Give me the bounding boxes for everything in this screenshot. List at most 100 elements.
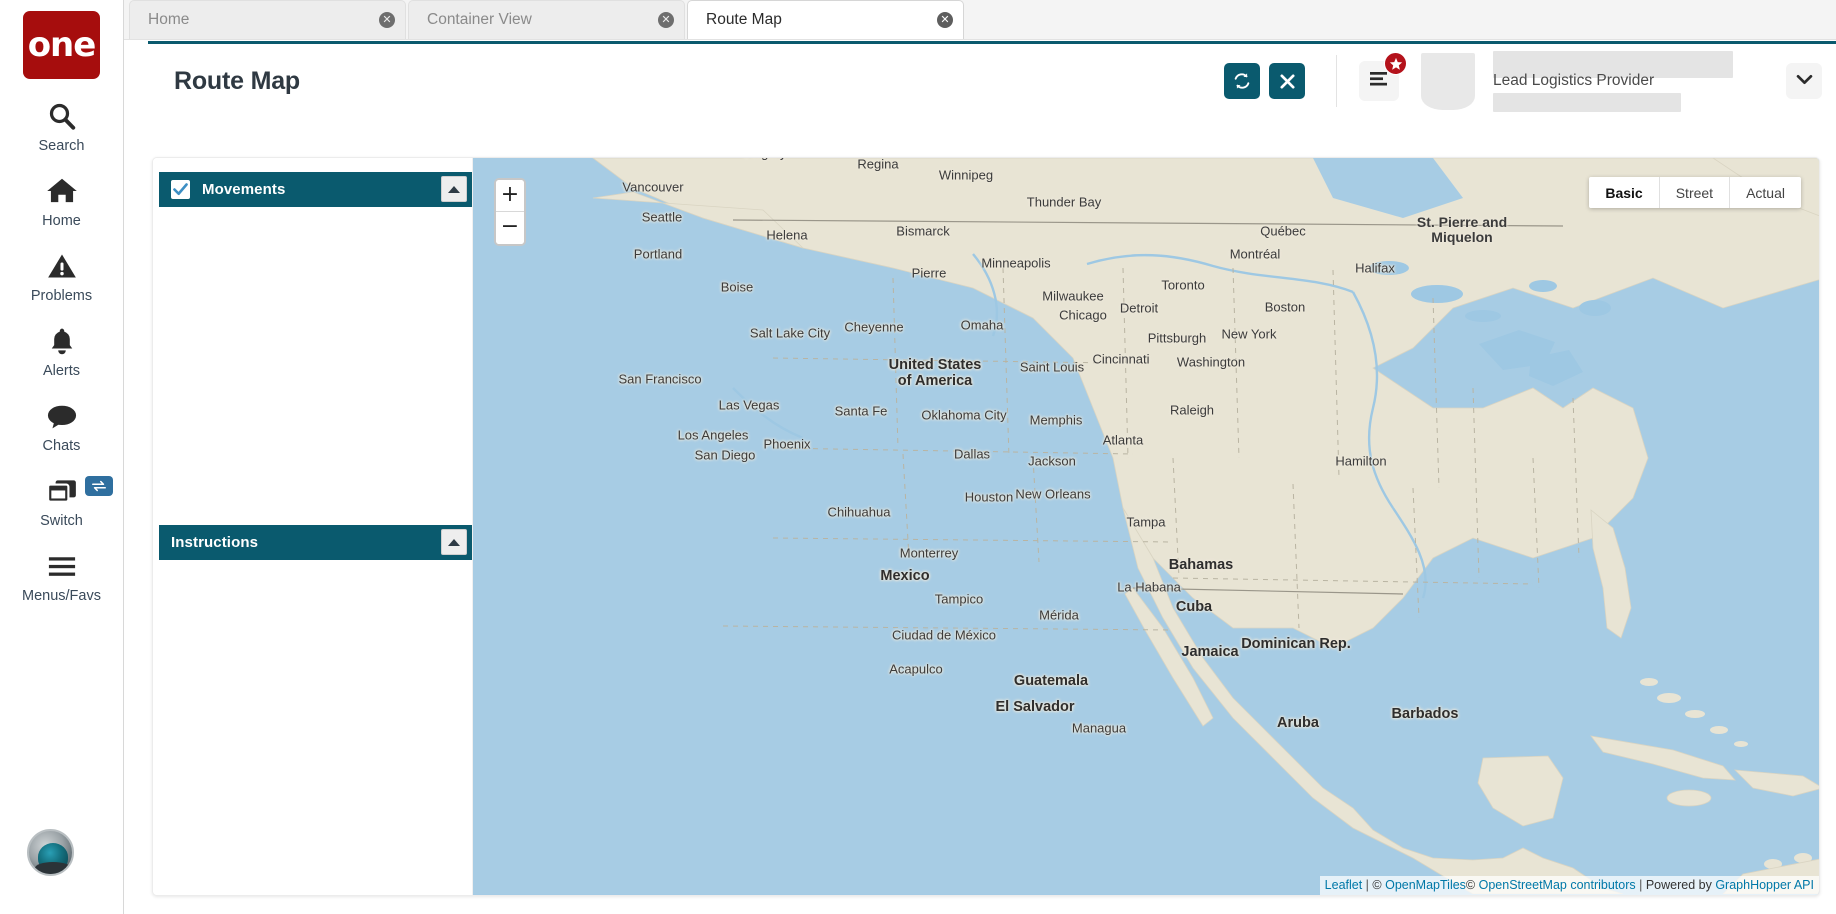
map-label: San Francisco	[618, 371, 702, 387]
instructions-panel: Instructions	[159, 525, 472, 895]
map-label: Regina	[857, 158, 899, 172]
map-label: Houston	[964, 489, 1014, 505]
map-label: Tampa	[1126, 514, 1166, 530]
layer-button-street[interactable]: Street	[1659, 177, 1731, 208]
map-label: Winnipeg	[938, 167, 994, 183]
tab-close-icon[interactable]: ✕	[658, 12, 674, 28]
tab-route-map[interactable]: Route Map ✕	[687, 0, 964, 39]
tab-close-icon[interactable]: ✕	[379, 12, 395, 28]
instructions-panel-header[interactable]: Instructions	[159, 525, 472, 560]
org-name-label: Lead Logistics Provider	[1493, 71, 1655, 89]
home-icon	[46, 174, 78, 208]
rail-item-menus-favs[interactable]: Menus/Favs	[7, 549, 117, 604]
attrib-sep-2: |	[1635, 878, 1646, 892]
map-label: Aruba	[1277, 715, 1319, 731]
attrib-osm-link[interactable]: OpenStreetMap contributors	[1479, 878, 1636, 892]
tab-label: Home	[148, 11, 190, 28]
movements-panel-header[interactable]: Movements	[159, 172, 472, 207]
left-nav-rail: one Search Home Problems Alerts Chats Sw…	[0, 0, 124, 914]
map-label: Guatemala	[1013, 673, 1089, 689]
rail-label-switch: Switch	[40, 513, 83, 529]
map-label: Atlanta	[1102, 432, 1144, 448]
windows-switch-icon	[46, 474, 78, 508]
rail-label-search: Search	[38, 138, 85, 154]
map-label: Pierre	[911, 265, 947, 281]
collapse-up-icon[interactable]	[441, 529, 467, 555]
tab-close-icon[interactable]: ✕	[937, 12, 953, 28]
warning-triangle-icon	[47, 249, 77, 283]
map-label: Raleigh	[1169, 402, 1215, 418]
map-label: San Diego	[694, 447, 756, 463]
map-attribution: Leaflet | © OpenMapTiles© OpenStreetMap …	[1319, 876, 1819, 895]
map-label: Memphis	[1029, 412, 1083, 428]
map-label: Bahamas	[1168, 557, 1234, 573]
star-badge-icon	[1384, 52, 1407, 75]
map-label: Salt Lake City	[749, 325, 831, 341]
map-label: Managua	[1071, 720, 1127, 736]
map-label: Saint Louis	[1019, 359, 1085, 375]
movements-checkbox[interactable]	[171, 180, 190, 199]
page-title: Route Map	[174, 66, 300, 95]
rail-item-problems[interactable]: Problems	[7, 249, 117, 304]
tab-label: Container View	[427, 11, 532, 28]
collapse-up-icon[interactable]	[441, 176, 467, 202]
route-map[interactable]: Calgary Regina Winnipeg Vancouver Thunder Ba…	[473, 158, 1819, 895]
bell-icon	[48, 324, 76, 358]
rail-label-chats: Chats	[42, 438, 81, 454]
rail-item-alerts[interactable]: Alerts	[7, 324, 117, 379]
instructions-panel-body	[159, 560, 472, 895]
org-selector[interactable]: Lead Logistics Provider	[1491, 43, 1784, 120]
layer-button-actual[interactable]: Actual	[1730, 177, 1801, 208]
attrib-graphhopper-link[interactable]: GraphHopper API	[1715, 878, 1814, 892]
user-avatar[interactable]	[27, 829, 74, 876]
org-dropdown-button[interactable]	[1786, 63, 1822, 99]
map-label: Thunder Bay	[1026, 194, 1102, 210]
exchange-arrows-icon[interactable]	[84, 476, 113, 496]
map-label: Acapulco	[889, 661, 943, 677]
attrib-openmaptiles-link[interactable]: OpenMapTiles	[1385, 878, 1466, 892]
tab-container-view[interactable]: Container View ✕	[408, 0, 685, 39]
app-logo[interactable]: one	[23, 11, 100, 79]
map-label: Boston	[1264, 299, 1306, 315]
map-label: Barbados	[1391, 706, 1459, 722]
map-label: Ciudad de México	[891, 627, 997, 643]
map-zoom-control[interactable]: + −	[494, 178, 526, 246]
refresh-button[interactable]	[1224, 63, 1260, 99]
map-label: Helena	[766, 227, 808, 243]
zoom-in-button[interactable]: +	[496, 180, 524, 212]
rail-item-home[interactable]: Home	[7, 174, 117, 229]
map-label: Boise	[720, 279, 754, 295]
map-layer-switcher[interactable]: Basic Street Actual	[1589, 177, 1801, 208]
map-label: Pittsburgh	[1147, 330, 1207, 346]
map-label: Dominican Rep.	[1241, 636, 1351, 652]
map-label: Tampico	[934, 591, 984, 607]
close-page-button[interactable]	[1269, 63, 1305, 99]
attrib-copy-1: ©	[1372, 878, 1386, 892]
refresh-icon	[1232, 71, 1252, 91]
map-label: Jackson	[1028, 453, 1076, 469]
rail-label-problems: Problems	[30, 288, 93, 304]
tab-home[interactable]: Home ✕	[129, 0, 406, 39]
map-label: Jamaica	[1181, 644, 1239, 660]
map-label: Washington	[1176, 354, 1246, 370]
map-label: New Orleans	[1015, 486, 1091, 502]
map-label: Las Vegas	[718, 397, 780, 413]
redacted-line-bottom	[1493, 92, 1681, 112]
map-label: Portland	[633, 246, 683, 262]
zoom-out-button[interactable]: −	[496, 212, 524, 244]
attrib-leaflet-link[interactable]: Leaflet	[1325, 878, 1363, 892]
attrib-sep-1: |	[1362, 878, 1373, 892]
tab-label: Route Map	[706, 11, 782, 28]
rail-item-search[interactable]: Search	[7, 99, 117, 154]
layer-button-basic[interactable]: Basic	[1589, 177, 1660, 208]
hamburger-icon	[46, 549, 78, 583]
rail-item-switch[interactable]: Switch	[7, 474, 117, 529]
map-label: Dallas	[953, 446, 991, 462]
left-panel: Movements Instructions	[153, 158, 473, 895]
movements-panel: Movements	[159, 172, 472, 525]
rail-item-chats[interactable]: Chats	[7, 399, 117, 454]
map-label: Santa Fe	[834, 403, 888, 419]
menu-button[interactable]	[1359, 52, 1407, 101]
map-label: Omaha	[960, 317, 1004, 333]
close-icon	[1279, 73, 1296, 90]
